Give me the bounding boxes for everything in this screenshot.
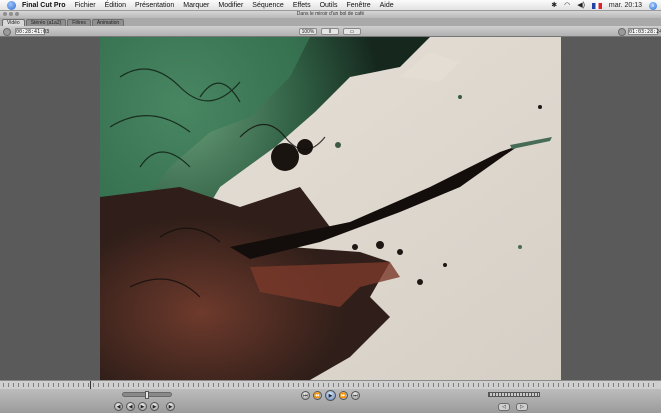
match-frame-button[interactable]: ▶ [166,402,175,411]
menu-bar: Final Cut Pro Fichier Édition Présentati… [0,0,661,11]
scrubber-ticks [3,383,658,387]
zoom-icon[interactable] [15,12,19,16]
flag-icon[interactable] [591,2,602,9]
menu-fichier[interactable]: Fichier [75,2,96,9]
wifi-icon[interactable]: ◠ [564,0,570,11]
volume-icon[interactable]: ◀) [577,0,585,11]
jog-wheel[interactable] [488,392,540,397]
menu-extras: ✱ ◠ ◀) mar. 20:13 ⌕ [551,0,657,11]
video-frame[interactable] [100,37,561,380]
window-controls [3,12,19,16]
tab-video[interactable]: Vidéo [2,19,25,26]
menu-edition[interactable]: Édition [105,2,126,9]
spotlight-icon[interactable]: ⌕ [649,1,657,10]
apple-icon[interactable] [7,0,16,10]
bluetooth-icon[interactable]: ✱ [551,0,557,11]
menu-sequence[interactable]: Séquence [252,2,284,9]
timecode-link-icon[interactable] [618,28,626,36]
prev-frame-button[interactable]: ◀ [126,402,135,411]
viewer-tabs: Vidéo Stéréo (a1a2) Filtres Animation [0,18,661,26]
play-button[interactable]: ▶ [325,390,336,401]
menu-modifier[interactable]: Modifier [218,2,243,9]
clock[interactable]: mar. 20:13 [609,0,642,11]
menu-aide[interactable]: Aide [380,2,394,9]
menu-fenetre[interactable]: Fenêtre [347,2,371,9]
app-root: Final Cut Pro Fichier Édition Présentati… [0,0,661,413]
viewer-controls: 00:28:41:03 100% ll ▭ 01:03:28:24 [0,26,661,37]
zoom-popup[interactable]: 100% [299,28,317,35]
menu-outils[interactable]: Outils [320,2,338,9]
overlay-popup[interactable]: ▭ [343,28,361,35]
viewer-canvas[interactable] [0,37,661,380]
play-in-out-button[interactable]: ▶ [138,402,147,411]
duration-timecode[interactable]: 00:28:41:03 [15,28,49,35]
transport-bar: ◀ ◀ ▶ ▶ ▶ ⏮ ⏪ ▶ ⏩ ⏭ ◁ ▷ [0,389,661,413]
view-popup[interactable]: ll [321,28,339,35]
current-timecode[interactable]: 01:03:28:24 [628,28,661,35]
mark-in-button[interactable]: ◁ [498,403,510,411]
tab-stereo[interactable]: Stéréo (a1a2) [25,19,67,26]
shuttle-knob[interactable] [145,391,149,399]
fast-forward-button[interactable]: ⏩ [339,391,348,400]
minimize-icon[interactable] [9,12,13,16]
menu-effets[interactable]: Effets [293,2,311,9]
next-frame-button[interactable]: ▶ [150,402,159,411]
window-title: Dans le miroir d'un bol de café [296,11,365,17]
menu-marquer[interactable]: Marquer [183,2,209,9]
tab-animation[interactable]: Animation [91,19,125,26]
mark-out-button[interactable]: ▷ [516,403,528,411]
go-to-end-button[interactable]: ⏭ [351,391,360,400]
go-to-start-button[interactable]: ⏮ [301,391,310,400]
window-titlebar: Dans le miroir d'un bol de café [0,11,661,18]
shuttle-slider[interactable] [122,391,172,399]
rewind-button[interactable]: ⏪ [313,391,322,400]
audio-link-icon[interactable] [3,28,11,36]
menu-app-name[interactable]: Final Cut Pro [22,2,66,9]
close-icon[interactable] [3,12,7,16]
scrubber-bar[interactable] [0,380,661,390]
video-image [100,37,561,380]
tab-filtres[interactable]: Filtres [67,19,91,26]
menu-presentation[interactable]: Présentation [135,2,174,9]
step-back-button[interactable]: ◀ [114,402,123,411]
